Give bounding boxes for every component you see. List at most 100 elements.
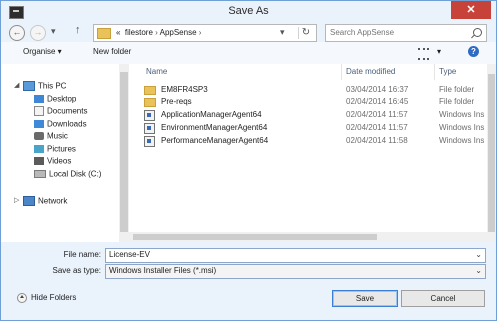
file-name: EnvironmentManagerAgent64 bbox=[161, 123, 268, 132]
folder-icon bbox=[97, 28, 111, 39]
file-name-value[interactable]: License-EV bbox=[109, 250, 150, 259]
breadcrumb-separator[interactable]: › bbox=[155, 28, 158, 37]
search-input[interactable] bbox=[330, 27, 462, 38]
file-row[interactable]: EnvironmentManagerAgent64 02/04/2014 11:… bbox=[139, 122, 487, 134]
sidebar-item-network[interactable]: ▷ Network bbox=[14, 196, 68, 207]
file-row[interactable]: Pre-reqs 02/04/2014 16:45 File folder bbox=[139, 96, 487, 108]
sidebar-item-this-pc[interactable]: ◢ This PC bbox=[14, 81, 67, 92]
file-list-scrollbar[interactable] bbox=[487, 64, 496, 242]
videos-icon bbox=[34, 156, 44, 165]
breadcrumb-item-appsense[interactable]: AppSense bbox=[160, 28, 197, 37]
sidebar-item-label: Videos bbox=[47, 156, 72, 166]
sidebar-item-documents[interactable]: Documents bbox=[34, 106, 87, 117]
up-arrow-icon: ↑ bbox=[75, 24, 81, 36]
refresh-icon: ↻ bbox=[301, 27, 311, 38]
sidebar-item-desktop[interactable]: Desktop bbox=[34, 94, 76, 105]
view-options-icon[interactable] bbox=[418, 48, 429, 60]
column-header-type[interactable]: Type bbox=[439, 67, 456, 76]
breadcrumb: « filestore › AppSense › bbox=[116, 28, 201, 37]
file-type: Windows Ins bbox=[439, 136, 485, 145]
column-divider[interactable] bbox=[434, 64, 435, 80]
search-box[interactable] bbox=[325, 24, 487, 42]
file-row[interactable]: ApplicationManagerAgent64 02/04/2014 11:… bbox=[139, 109, 487, 121]
address-dropdown[interactable]: ▾ bbox=[280, 27, 285, 38]
file-name-label: File name: bbox=[63, 250, 101, 259]
sidebar-item-downloads[interactable]: Downloads bbox=[34, 119, 87, 130]
chevron-down-icon: ▾ bbox=[51, 26, 56, 36]
save-as-dialog: Save As ✕ ← → ▾ ↑ « filestore › AppSense… bbox=[0, 0, 497, 321]
back-button[interactable]: ← bbox=[9, 25, 25, 41]
back-arrow-icon: ← bbox=[12, 27, 22, 37]
network-icon bbox=[23, 196, 35, 206]
sidebar-item-videos[interactable]: Videos bbox=[34, 156, 71, 167]
file-row[interactable]: PerformanceManagerAgent64 02/04/2014 11:… bbox=[139, 135, 487, 147]
help-glyph: ? bbox=[471, 47, 476, 56]
help-icon[interactable]: ? bbox=[468, 46, 479, 57]
scrollbar-thumb[interactable] bbox=[120, 72, 128, 232]
save-button[interactable]: Save bbox=[332, 290, 398, 307]
up-button[interactable]: ↑ bbox=[75, 24, 81, 36]
folder-icon bbox=[144, 98, 156, 107]
chevron-down-icon[interactable]: ⌄ bbox=[475, 250, 482, 259]
view-options-dropdown[interactable]: ▾ bbox=[437, 47, 441, 56]
installer-icon bbox=[144, 110, 155, 121]
chevron-down-icon[interactable]: ⌄ bbox=[475, 266, 482, 275]
column-header-date-modified[interactable]: Date modified bbox=[346, 67, 395, 76]
pictures-icon bbox=[34, 144, 44, 153]
file-name-field[interactable]: License-EV ⌄ bbox=[105, 248, 486, 263]
documents-icon bbox=[34, 106, 44, 116]
browser-pane: ◢ This PC Desktop Documents Downloads Mu… bbox=[1, 64, 496, 242]
installer-icon bbox=[144, 136, 155, 147]
cancel-button[interactable]: Cancel bbox=[401, 290, 485, 307]
new-folder-button[interactable]: New folder bbox=[93, 47, 131, 56]
breadcrumb-overflow[interactable]: « bbox=[116, 28, 120, 37]
file-name: ApplicationManagerAgent64 bbox=[161, 110, 262, 119]
hide-folders-button[interactable]: Hide Folders bbox=[17, 293, 76, 303]
installer-icon bbox=[144, 123, 155, 134]
sidebar-item-label: Documents bbox=[47, 106, 88, 116]
sidebar-item-label: Desktop bbox=[47, 94, 77, 104]
file-date: 03/04/2014 16:37 bbox=[346, 85, 409, 94]
hide-folders-label: Hide Folders bbox=[31, 293, 77, 303]
file-date: 02/04/2014 11:57 bbox=[346, 110, 408, 119]
sidebar-item-pictures[interactable]: Pictures bbox=[34, 144, 76, 155]
expand-arrow-icon[interactable]: ▷ bbox=[14, 196, 19, 204]
column-header-name[interactable]: Name bbox=[146, 67, 167, 76]
sidebar-item-label: Downloads bbox=[47, 119, 87, 129]
file-type: File folder bbox=[439, 97, 475, 106]
breadcrumb-separator[interactable]: › bbox=[199, 28, 202, 37]
scrollbar-thumb[interactable] bbox=[488, 74, 495, 232]
file-type: Windows Ins bbox=[439, 110, 485, 119]
column-divider[interactable] bbox=[341, 64, 342, 80]
breadcrumb-item-filestore[interactable]: filestore bbox=[125, 28, 153, 37]
folder-icon bbox=[144, 86, 156, 95]
navigation-pane-scrollbar[interactable] bbox=[119, 64, 129, 242]
forward-button[interactable]: → bbox=[30, 25, 46, 41]
address-bar[interactable]: « filestore › AppSense › ▾ ↻ bbox=[93, 24, 317, 42]
expand-arrow-icon[interactable]: ◢ bbox=[14, 81, 19, 89]
sidebar-item-music[interactable]: Music bbox=[34, 131, 68, 142]
refresh-button[interactable]: ↻ bbox=[298, 27, 313, 39]
scrollbar-thumb[interactable] bbox=[133, 234, 377, 240]
navigation-bar: ← → ▾ ↑ « filestore › AppSense › ▾ ↻ bbox=[1, 23, 496, 42]
disk-icon bbox=[34, 169, 46, 178]
file-name: Pre-reqs bbox=[161, 97, 192, 106]
save-form: File name: License-EV ⌄ Save as type: Wi… bbox=[1, 242, 496, 320]
sidebar-item-local-disk[interactable]: Local Disk (C:) bbox=[34, 169, 101, 180]
organise-menu[interactable]: Organise ▾ bbox=[23, 47, 62, 56]
save-as-type-select[interactable]: Windows Installer Files (*.msi) ⌄ bbox=[105, 264, 486, 279]
close-button[interactable]: ✕ bbox=[451, 1, 491, 19]
search-icon[interactable] bbox=[473, 28, 482, 37]
title-bar: Save As ✕ bbox=[1, 1, 496, 23]
close-icon: ✕ bbox=[466, 4, 476, 16]
forward-arrow-icon: → bbox=[33, 27, 43, 37]
sidebar-item-label: Network bbox=[38, 196, 68, 206]
dialog-title: Save As bbox=[228, 5, 269, 17]
sidebar-item-label: Music bbox=[47, 131, 68, 141]
file-row[interactable]: EM8FR4SP3 03/04/2014 16:37 File folder bbox=[139, 84, 487, 96]
sidebar-item-label: This PC bbox=[38, 81, 67, 91]
desktop-icon bbox=[34, 94, 44, 103]
horizontal-scrollbar[interactable] bbox=[119, 232, 487, 242]
navigation-pane: ◢ This PC Desktop Documents Downloads Mu… bbox=[1, 64, 118, 242]
recent-locations-dropdown[interactable]: ▾ bbox=[51, 26, 56, 37]
